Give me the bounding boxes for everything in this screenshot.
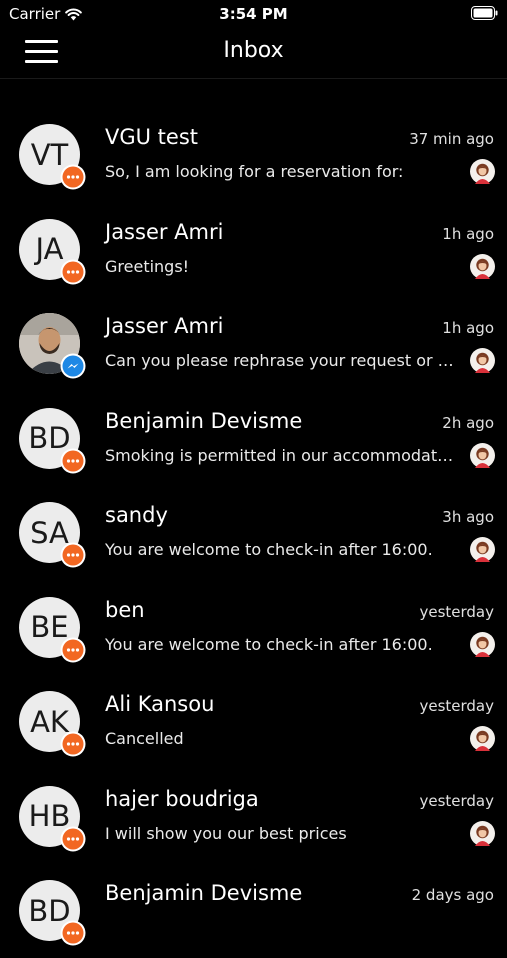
contact-name: sandy — [105, 503, 168, 527]
message-preview: Greetings! — [105, 256, 190, 276]
agent-avatar-icon — [470, 537, 495, 562]
conversation-list: VT VGU test 37 min ago So, I am looking for… — [0, 107, 507, 958]
conversation-item[interactable]: JA Jasser Amri 1h ago Greetings! — [0, 202, 507, 297]
chat-bubble-icon — [60, 920, 86, 946]
agent-avatar-icon — [470, 253, 495, 279]
agent-avatar-icon — [470, 726, 495, 751]
message-preview: Can you please rephrase your request or … — [105, 351, 459, 370]
message-timestamp: 37 min ago — [409, 130, 494, 148]
conversation-item[interactable]: Jasser Amri 1h ago Can you please rephrase… — [0, 296, 507, 391]
message-timestamp: 1h ago — [442, 319, 494, 337]
page-title: Inbox — [223, 38, 284, 63]
battery-icon — [471, 6, 498, 20]
agent-avatar-icon — [470, 442, 495, 468]
conversation-item[interactable]: SA sandy 3h ago You are welcome to check-in… — [0, 485, 507, 580]
contact-name: Benjamin Devisme — [105, 881, 303, 905]
contact-name: hajer boudriga — [105, 786, 259, 811]
chat-bubble-icon — [60, 637, 86, 663]
status-time: 3:54 PM — [219, 5, 288, 23]
message-timestamp: 2h ago — [442, 413, 494, 432]
contact-name: Ali Kansou — [105, 692, 215, 716]
chat-bubble-icon — [60, 542, 86, 568]
message-timestamp: yesterday — [419, 791, 494, 810]
chat-bubble-icon — [60, 448, 86, 474]
message-preview: You are welcome to check-in after 16:00. — [105, 540, 433, 559]
message-preview: You are welcome to check-in after 16:00. — [105, 634, 433, 654]
message-timestamp: yesterday — [419, 697, 494, 715]
conversation-item[interactable]: BD Benjamin Devisme 2 days ago — [0, 863, 507, 958]
conversation-item[interactable]: VT VGU test 37 min ago So, I am looking for… — [0, 107, 507, 202]
contact-name: Jasser Amri — [105, 314, 224, 338]
conversation-item[interactable]: BD Benjamin Devisme 2h ago Smoking is permi… — [0, 391, 507, 486]
chat-bubble-icon — [60, 259, 86, 285]
contact-name: VGU test — [105, 125, 199, 149]
conversation-item[interactable]: BE ben yesterday You are welcome to check-i… — [0, 580, 507, 675]
navigation-bar: Inbox — [0, 28, 507, 79]
status-bar: Carrier 3:54 PM — [0, 0, 507, 28]
agent-avatar-icon — [470, 348, 495, 373]
message-preview: So, I am looking for a reservation for: — [105, 162, 404, 181]
conversation-item[interactable]: AK Ali Kansou yesterday Cancelled — [0, 674, 507, 769]
agent-avatar-icon — [470, 159, 495, 184]
message-preview: Smoking is permitted in our accommodat… — [105, 445, 454, 465]
message-timestamp: 2 days ago — [411, 886, 494, 904]
message-preview: Cancelled — [105, 729, 184, 748]
contact-name: Jasser Amri — [105, 219, 224, 244]
message-timestamp: yesterday — [419, 602, 494, 621]
contact-name: ben — [105, 597, 145, 622]
chat-bubble-icon — [60, 164, 86, 190]
messenger-icon — [60, 353, 86, 379]
conversation-item[interactable]: HB hajer boudriga yesterday I will show you… — [0, 769, 507, 864]
agent-avatar-icon — [470, 631, 495, 657]
chat-bubble-icon — [60, 731, 86, 757]
message-timestamp: 3h ago — [442, 508, 494, 526]
chat-bubble-icon — [60, 826, 86, 852]
contact-name: Benjamin Devisme — [105, 408, 303, 433]
agent-avatar-icon — [470, 820, 495, 846]
message-preview: I will show you our best prices — [105, 823, 347, 843]
message-timestamp: 1h ago — [442, 224, 494, 243]
